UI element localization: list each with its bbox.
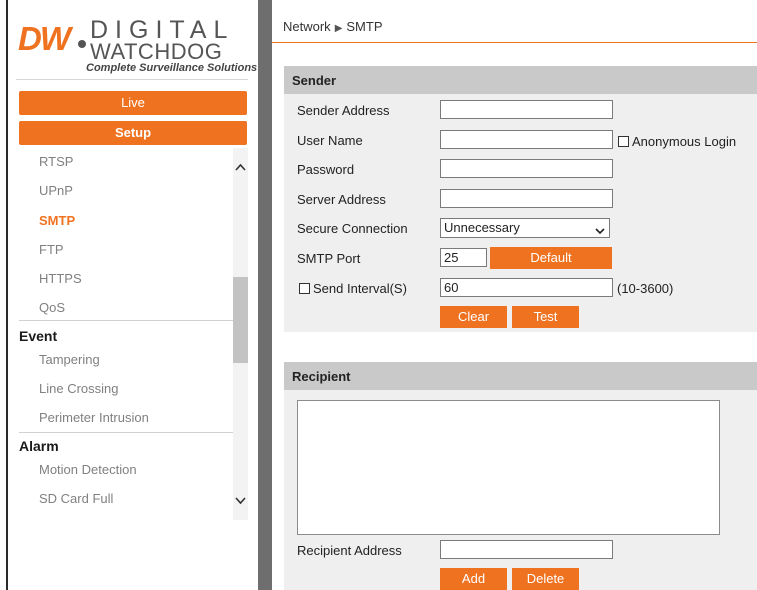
breadcrumb-divider — [272, 42, 757, 43]
send-interval-range: (10-3600) — [617, 281, 674, 296]
clear-button[interactable]: Clear — [440, 306, 507, 328]
send-interval-toggle[interactable]: Send Interval(S) — [299, 281, 407, 296]
sender-section-header: Sender — [284, 66, 757, 94]
sidebar-item-perimeter-intrusion[interactable]: Perimeter Intrusion — [39, 410, 149, 425]
breadcrumb: Network ▶ SMTP — [283, 19, 383, 34]
left-sidebar: DW DIGITAL WATCHDOG Complete Surveillanc… — [0, 0, 258, 590]
send-interval-label: Send Interval(S) — [313, 281, 407, 296]
user-name-input[interactable] — [440, 130, 613, 149]
secure-connection-value: Unnecessary — [444, 220, 520, 235]
delete-button[interactable]: Delete — [512, 568, 579, 590]
anonymous-login-label: Anonymous Login — [632, 134, 737, 149]
logo-divider — [16, 79, 248, 80]
recipient-section-header: Recipient — [284, 362, 757, 390]
chevron-down-icon — [595, 223, 605, 235]
menu-divider — [19, 320, 233, 321]
sidebar-edge — [6, 0, 8, 590]
panel-splitter — [258, 0, 272, 590]
anonymous-login-checkbox[interactable] — [618, 136, 629, 147]
recipient-address-input[interactable] — [440, 540, 613, 559]
sidebar-item-ftp[interactable]: FTP — [39, 242, 64, 257]
password-label: Password — [297, 162, 355, 177]
test-button[interactable]: Test — [512, 306, 579, 328]
logo-dot-icon — [78, 40, 86, 48]
sidebar-item-https[interactable]: HTTPS — [39, 271, 82, 286]
smtp-port-label: SMTP Port — [297, 251, 361, 266]
setup-button[interactable]: Setup — [19, 121, 247, 145]
recipient-address-label: Recipient Address — [297, 543, 402, 558]
live-button[interactable]: Live — [19, 91, 247, 115]
chevron-up-icon[interactable] — [233, 160, 248, 174]
send-interval-input[interactable] — [440, 278, 613, 297]
add-button[interactable]: Add — [440, 568, 507, 590]
menu-divider — [19, 432, 233, 433]
anonymous-login-toggle[interactable]: Anonymous Login — [618, 134, 736, 149]
sidebar-item-sd-card-full[interactable]: SD Card Full — [39, 491, 113, 506]
menu-scrollbar-thumb[interactable] — [233, 277, 248, 363]
send-interval-checkbox[interactable] — [299, 283, 310, 294]
sender-address-input[interactable] — [440, 100, 613, 119]
menu-header-event[interactable]: Event — [19, 328, 57, 344]
breadcrumb-parent: Network — [283, 19, 331, 34]
sidebar-item-tampering[interactable]: Tampering — [39, 352, 100, 367]
password-input[interactable] — [440, 159, 613, 178]
sidebar-item-rtsp[interactable]: RTSP — [39, 154, 73, 169]
sender-address-label: Sender Address — [297, 103, 390, 118]
breadcrumb-current: SMTP — [346, 19, 383, 34]
menu-header-alarm[interactable]: Alarm — [19, 438, 59, 454]
user-name-label: User Name — [297, 133, 363, 148]
server-address-label: Server Address — [297, 192, 386, 207]
breadcrumb-arrow-icon: ▶ — [334, 23, 343, 34]
recipient-list[interactable] — [297, 400, 720, 535]
server-address-input[interactable] — [440, 189, 613, 208]
secure-connection-label: Secure Connection — [297, 221, 408, 236]
chevron-down-icon[interactable] — [233, 494, 248, 508]
secure-connection-select[interactable]: Unnecessary — [440, 218, 610, 238]
logo-mark: DW — [18, 20, 71, 57]
sidebar-item-smtp[interactable]: SMTP — [39, 213, 75, 228]
smtp-port-input[interactable] — [440, 248, 487, 267]
sidebar-item-qos[interactable]: QoS — [39, 300, 65, 315]
brand-logo: DW DIGITAL WATCHDOG Complete Surveillanc… — [16, 14, 257, 80]
sidebar-item-line-crossing[interactable]: Line Crossing — [39, 381, 119, 396]
default-button[interactable]: Default — [490, 247, 612, 269]
sidebar-item-upnp[interactable]: UPnP — [39, 183, 73, 198]
sidebar-item-motion-detection[interactable]: Motion Detection — [39, 462, 137, 477]
logo-tagline: Complete Surveillance Solutions — [86, 62, 258, 74]
